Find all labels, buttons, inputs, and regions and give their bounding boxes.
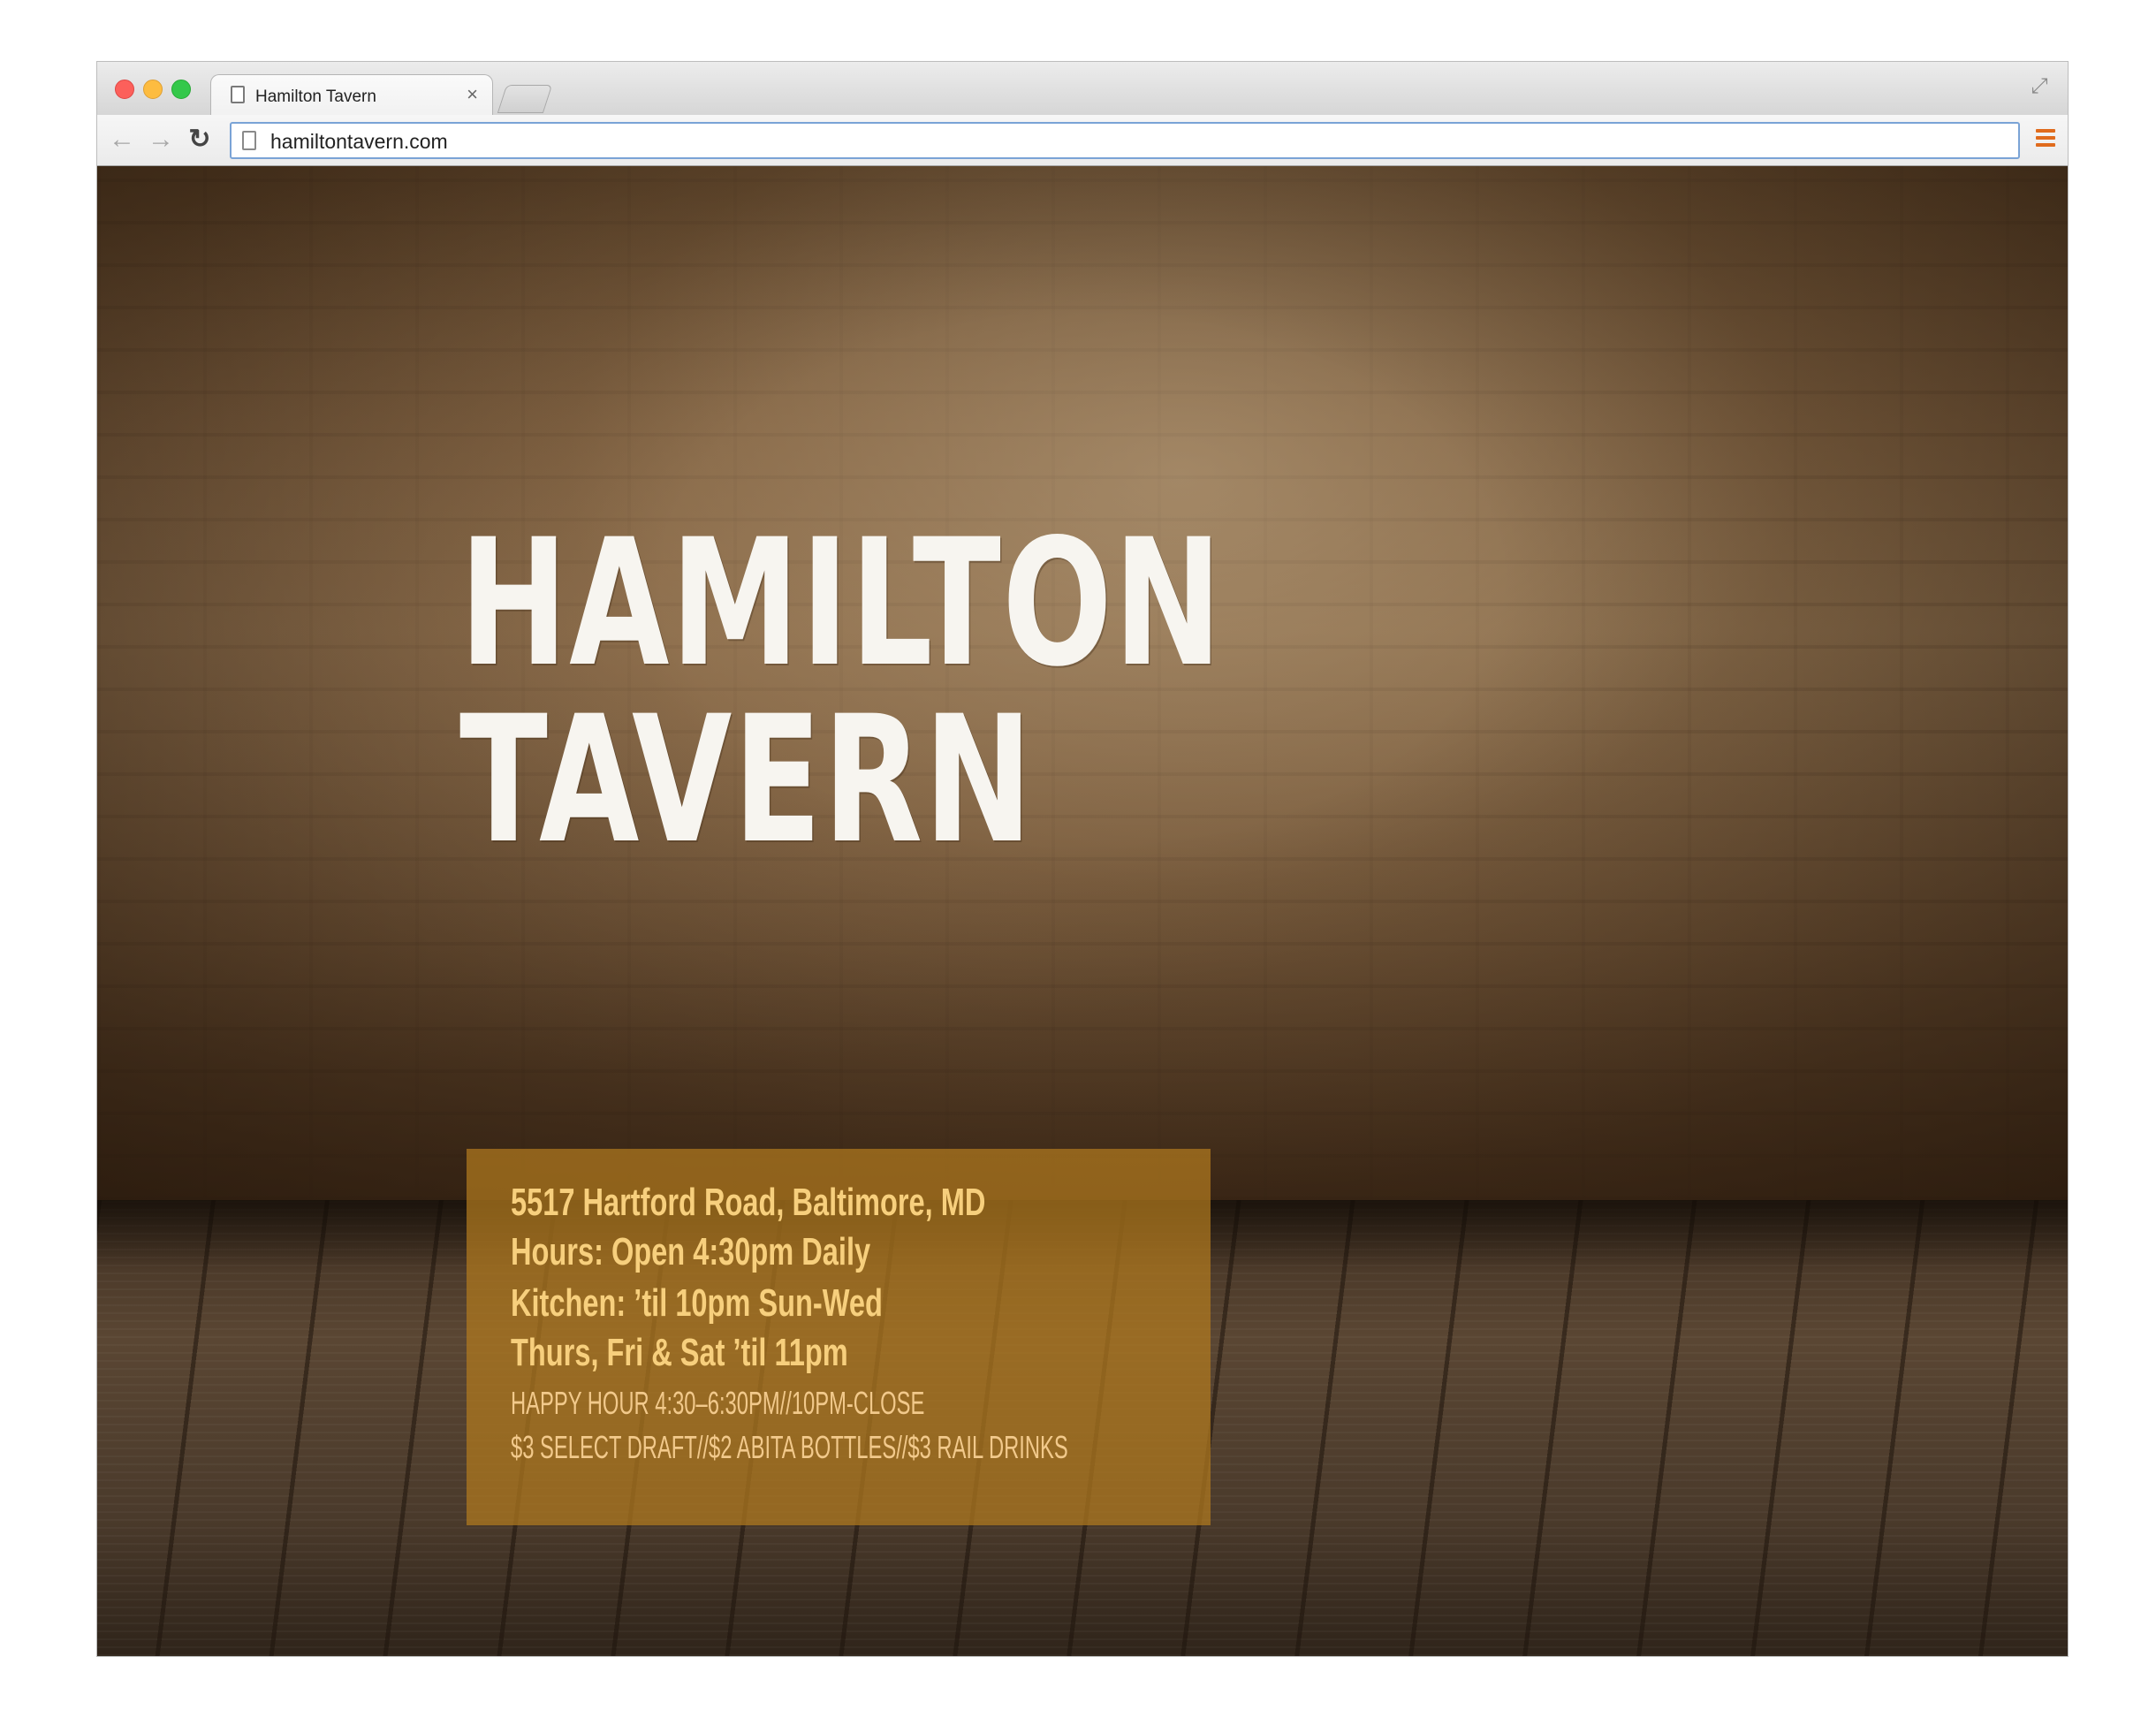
kitchen-hours-text: Kitchen: ’til 10pm Sun-Wed (511, 1281, 883, 1325)
page-viewport: HAMILTON TAVERN 5517 Hartford Road, Balt… (97, 166, 2068, 1656)
browser-toolbar: ← → ↻ hamiltontavern.com (97, 115, 2068, 166)
logo-line-2: TAVERN (459, 678, 1034, 882)
reload-icon[interactable]: ↻ (184, 122, 216, 157)
hours-text: Hours: Open 4:30pm Daily (511, 1230, 871, 1273)
hamilton-tavern-logo: HAMILTON TAVERN (459, 501, 1224, 882)
page-icon (242, 131, 256, 150)
tab-hamilton-tavern[interactable]: Hamilton Tavern × (210, 74, 493, 117)
forward-arrow-icon[interactable]: → (145, 122, 177, 157)
new-tab-button[interactable] (497, 85, 553, 113)
page-icon (231, 86, 245, 103)
tab-title: Hamilton Tavern (255, 87, 376, 106)
browser-window: Hamilton Tavern × ⤢ ← → ↻ hamiltontavern… (97, 62, 2068, 1656)
fullscreen-icon[interactable]: ⤢ (2027, 74, 2052, 99)
minimize-window-button[interactable] (143, 80, 163, 99)
address-text: 5517 Hartford Road, Baltimore, MD (511, 1181, 986, 1224)
address-bar[interactable]: hamiltontavern.com (230, 122, 2020, 159)
info-panel: 5517 Hartford Road, Baltimore, MD Hours:… (467, 1149, 1211, 1525)
url-text[interactable]: hamiltontavern.com (270, 130, 448, 154)
hamburger-menu-icon[interactable] (2036, 129, 2055, 148)
kitchen-late-hours-text: Thurs, Fri & Sat ’til 11pm (511, 1331, 848, 1374)
tab-close-icon[interactable]: × (467, 84, 478, 105)
zoom-window-button[interactable] (171, 80, 191, 99)
specials-text: $3 SELECT DRAFT//$2 ABITA BOTTLES//$3 RA… (511, 1429, 1068, 1465)
title-bar: Hamilton Tavern × ⤢ (97, 62, 2068, 117)
happy-hour-text: HAPPY HOUR 4:30–6:30PM//10PM-CLOSE (511, 1385, 925, 1421)
close-window-button[interactable] (115, 80, 134, 99)
back-arrow-icon[interactable]: ← (106, 122, 138, 157)
logo-line-1: HAMILTON (459, 501, 1224, 705)
